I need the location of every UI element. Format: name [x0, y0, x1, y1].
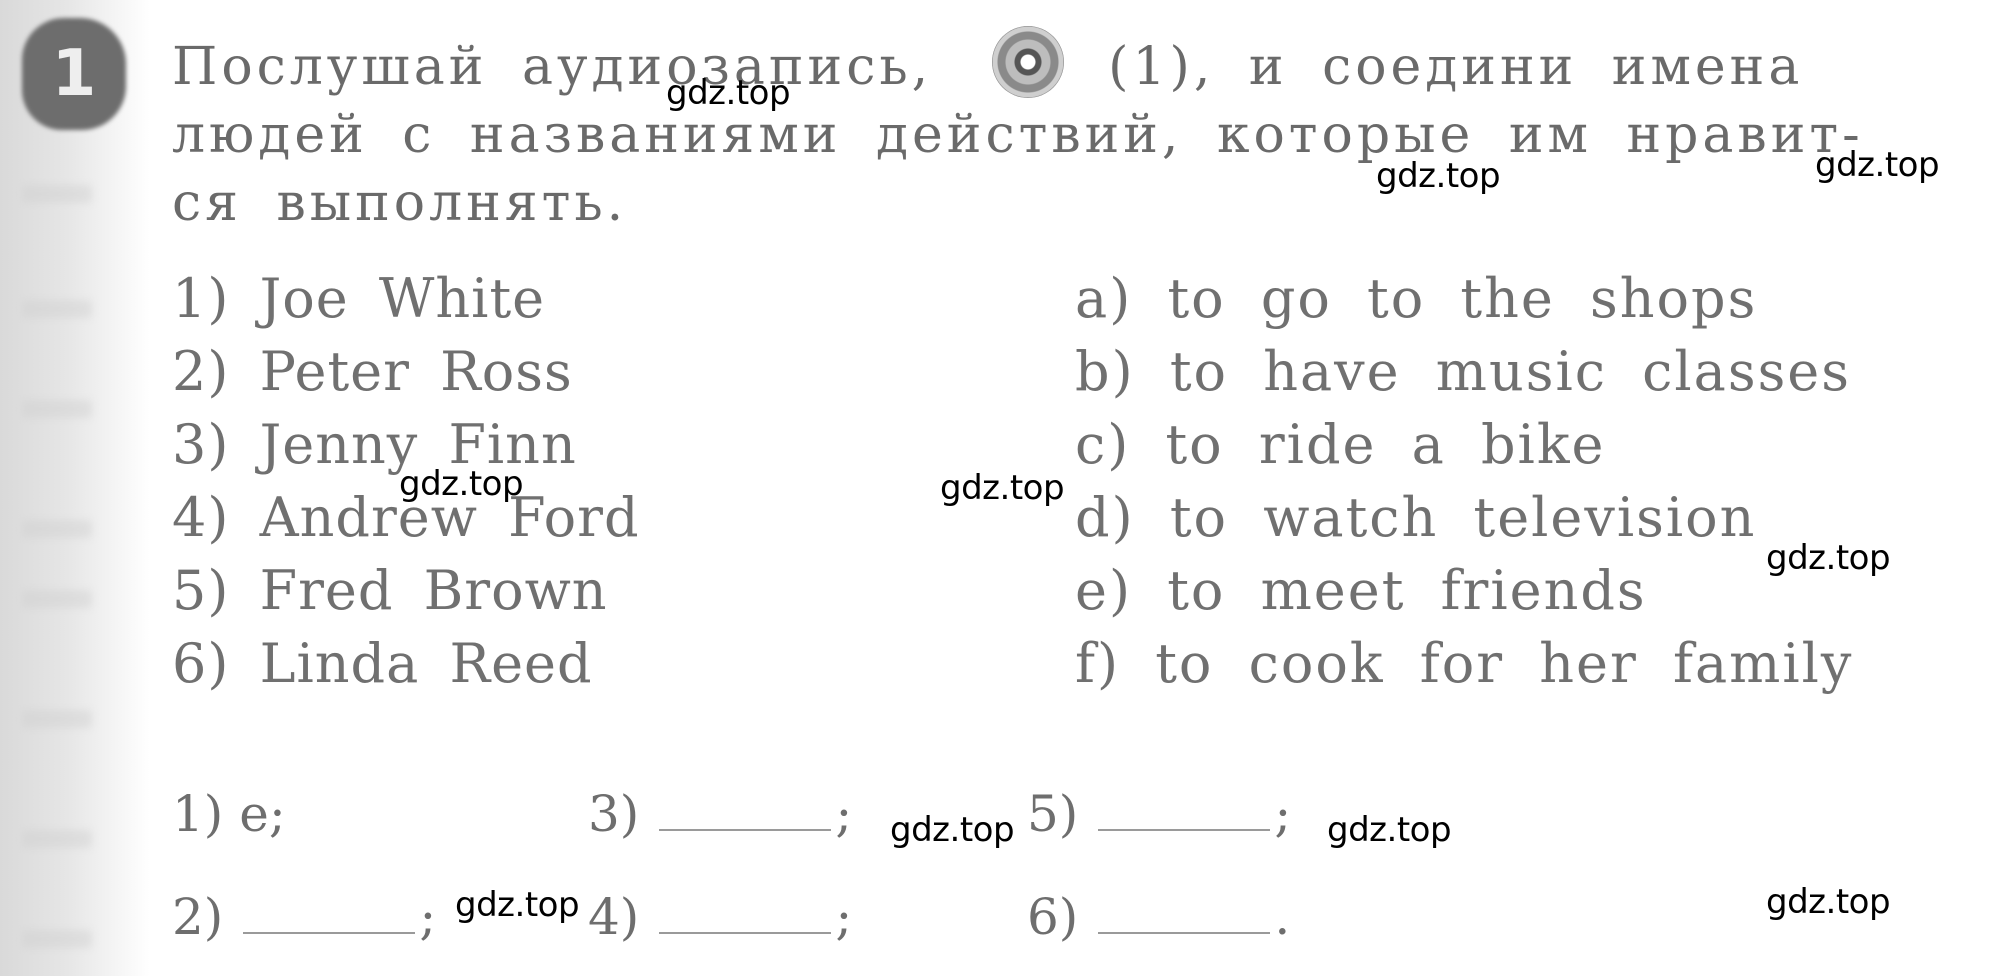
answer-number: 1) — [172, 785, 224, 843]
person-name: Joe White — [259, 267, 546, 330]
action-letter: e) — [1075, 559, 1133, 622]
audio-cd-icon — [992, 26, 1065, 98]
watermark: gdz.top — [399, 464, 524, 504]
watermark: gdz.top — [1327, 810, 1452, 850]
person-name: Peter Ross — [259, 340, 573, 403]
answer-number: 5) — [1027, 785, 1079, 843]
answer-number: 6) — [1027, 888, 1079, 946]
action-item: f) to cook for her family — [1075, 627, 1853, 700]
answer-separator: ; — [1274, 785, 1292, 843]
answer-number: 3) — [588, 785, 640, 843]
name-number: 3) — [172, 413, 230, 476]
action-text: to have music classes — [1169, 340, 1851, 403]
page-margin-strip — [0, 0, 150, 976]
answer-blank[interactable] — [659, 892, 832, 934]
action-item: e) to meet friends — [1075, 554, 1853, 627]
name-item: 2) Peter Ross — [172, 335, 640, 408]
name-number: 2) — [172, 340, 230, 403]
answer-separator: ; — [268, 785, 286, 843]
action-text: to ride a bike — [1165, 413, 1606, 476]
instruction-text: Послушай аудиозапись, — [172, 37, 933, 97]
action-item: a) to go to the shops — [1075, 262, 1853, 335]
margin-bleed-text — [22, 710, 92, 728]
name-item: 1) Joe White — [172, 262, 640, 335]
instruction-line: людей с названиями действий, которые им … — [172, 105, 1864, 165]
name-number: 1) — [172, 267, 230, 330]
margin-bleed-text — [22, 930, 92, 948]
answer-blank[interactable] — [243, 892, 416, 934]
answer-blank[interactable] — [659, 789, 832, 831]
watermark: gdz.top — [940, 468, 1065, 508]
answer-number: 4) — [588, 888, 640, 946]
watermark: gdz.top — [455, 885, 580, 925]
instruction-text: (1), и соедини имена — [1108, 37, 1804, 97]
name-number: 4) — [172, 486, 230, 549]
exercise-instruction: Послушай аудиозапись, (1), и соедини имен… — [172, 26, 1972, 237]
answer-4: 4); — [588, 888, 852, 946]
action-text: to watch television — [1169, 486, 1757, 549]
action-letter: f) — [1075, 632, 1121, 695]
exercise-number: 1 — [51, 37, 97, 111]
name-number: 5) — [172, 559, 230, 622]
watermark: gdz.top — [890, 810, 1015, 850]
answer-3: 3); — [588, 785, 852, 843]
action-text: to cook for her family — [1155, 632, 1854, 695]
answer-separator: ; — [835, 785, 853, 843]
name-item: 6) Linda Reed — [172, 627, 640, 700]
answer-5: 5); — [1027, 785, 1291, 843]
answer-6: 6). — [1027, 888, 1290, 946]
answer-separator: . — [1274, 888, 1291, 946]
answer-separator: ; — [835, 888, 853, 946]
margin-bleed-text — [22, 300, 92, 318]
margin-bleed-text — [22, 400, 92, 418]
answer-blank[interactable] — [1098, 789, 1271, 831]
answer-value: e — [239, 785, 269, 843]
answer-2: 2); — [172, 888, 436, 946]
instruction-line: Послушай аудиозапись, (1), и соедини имен… — [172, 26, 1972, 101]
name-item: 5) Fred Brown — [172, 554, 640, 627]
action-letter: c) — [1075, 413, 1131, 476]
answer-separator: ; — [419, 888, 437, 946]
margin-bleed-text — [22, 830, 92, 848]
person-name: Fred Brown — [259, 559, 608, 622]
name-number: 6) — [172, 632, 230, 695]
answer-blank[interactable] — [1098, 892, 1271, 934]
action-item: c) to ride a bike — [1075, 408, 1853, 481]
action-letter: d) — [1075, 486, 1135, 549]
person-name: Linda Reed — [259, 632, 593, 695]
action-text: to go to the shops — [1167, 267, 1758, 330]
action-letter: b) — [1075, 340, 1135, 403]
margin-bleed-text — [22, 185, 92, 203]
answer-number: 2) — [172, 888, 224, 946]
watermark: gdz.top — [1766, 538, 1891, 578]
margin-bleed-text — [22, 590, 92, 608]
margin-bleed-text — [22, 520, 92, 538]
action-item: d) to watch television — [1075, 481, 1853, 554]
watermark: gdz.top — [1766, 882, 1891, 922]
instruction-line: ся выполнять. — [172, 173, 628, 233]
action-text: to meet friends — [1167, 559, 1647, 622]
watermark: gdz.top — [1815, 145, 1940, 185]
answer-1: 1) e; — [172, 785, 286, 843]
watermark: gdz.top — [1376, 156, 1501, 196]
action-letter: a) — [1075, 267, 1133, 330]
actions-list: a) to go to the shops b) to have music c… — [1075, 262, 1853, 700]
action-item: b) to have music classes — [1075, 335, 1853, 408]
watermark: gdz.top — [666, 73, 791, 113]
